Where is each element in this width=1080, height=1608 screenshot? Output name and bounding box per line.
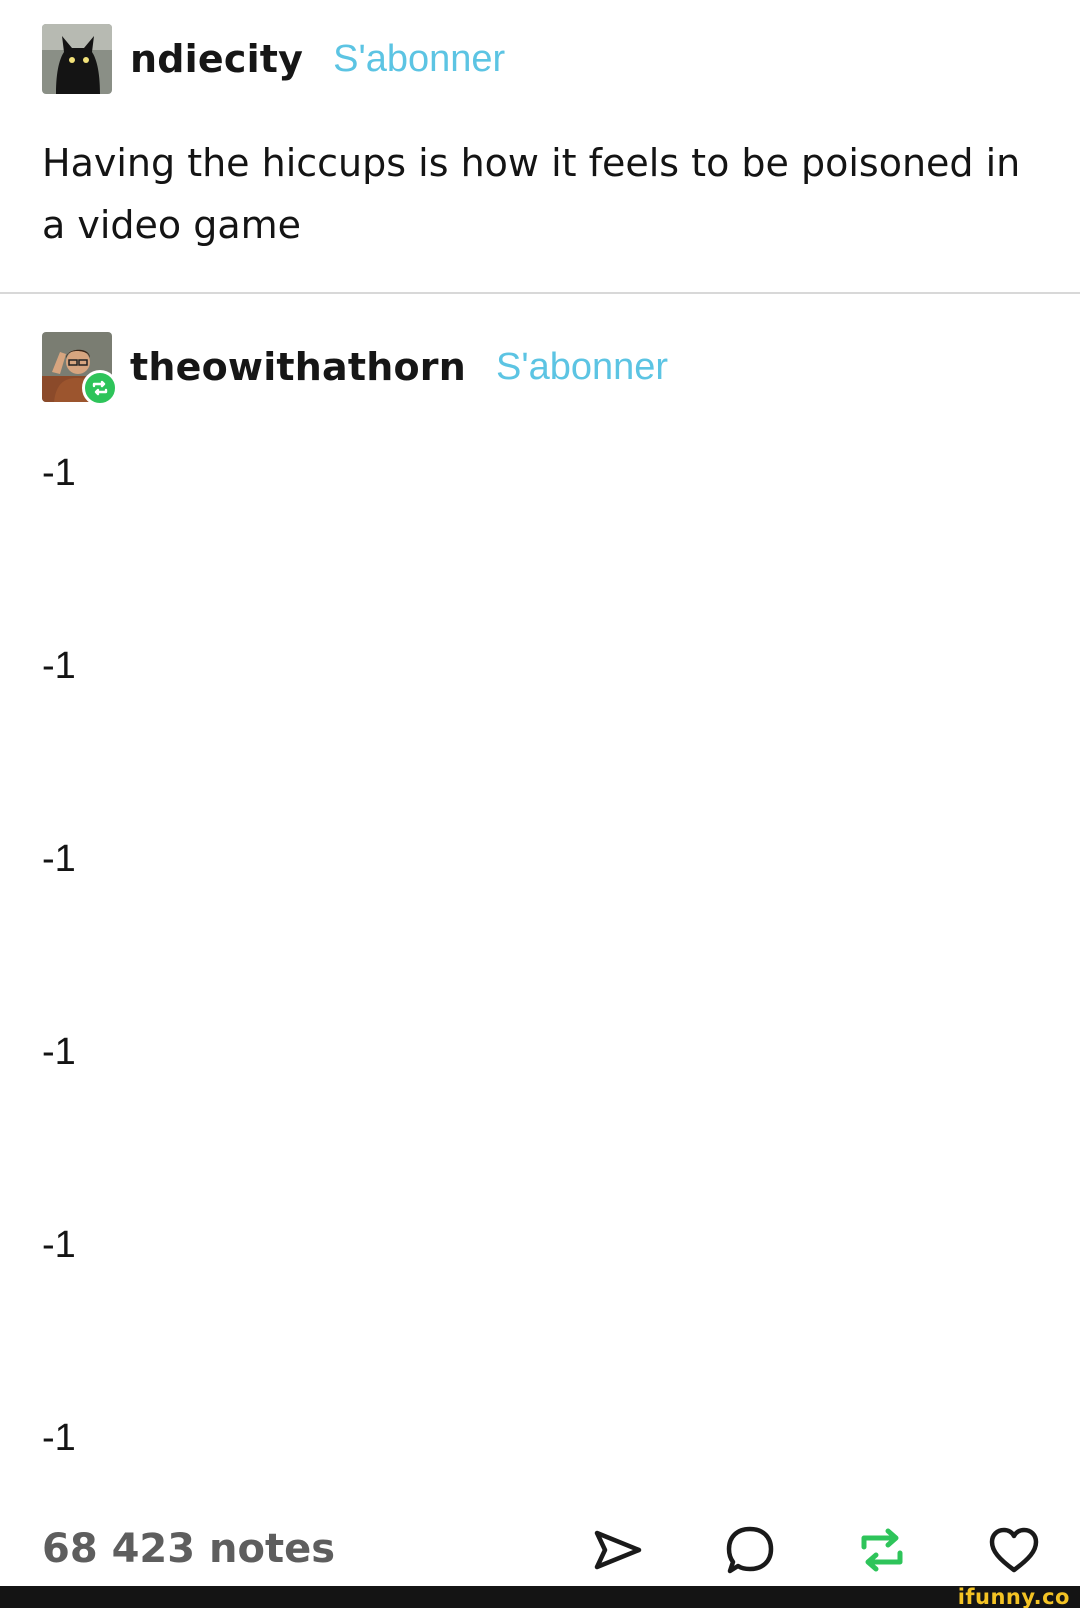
notes-count[interactable]: 68 423 notes (42, 1526, 335, 1572)
post-text: Having the hiccups is how it feels to be… (42, 141, 1021, 247)
reply-text: -1 (42, 838, 76, 880)
heart-icon (989, 1527, 1039, 1573)
post-header-ndiecity: ndiecity S'abonner (42, 24, 505, 94)
watermark-bar (0, 1586, 1080, 1608)
follow-button[interactable]: S'abonner (333, 38, 505, 81)
like-button[interactable] (984, 1520, 1044, 1580)
reblog-icon (92, 380, 108, 396)
follow-button[interactable]: S'abonner (496, 346, 668, 389)
reply-text: -1 (42, 1031, 76, 1073)
reply-text: -1 (42, 645, 76, 687)
ifunny-watermark: ifunny.co (957, 1585, 1070, 1608)
post-header-theowithathorn: theowithathorn S'abonner (42, 332, 668, 406)
reply-text: -1 (42, 1224, 76, 1266)
black-cat-avatar-icon (42, 24, 112, 94)
tumblr-post-screenshot: ndiecity S'abonner Having the hiccups is… (0, 0, 1080, 1608)
username[interactable]: ndiecity (130, 37, 303, 81)
reply-icon (726, 1526, 774, 1574)
share-button[interactable] (588, 1520, 648, 1580)
username[interactable]: theowithathorn (130, 345, 466, 389)
reply-button[interactable] (720, 1520, 780, 1580)
avatar[interactable] (42, 24, 112, 94)
reply-text: -1 (42, 1417, 76, 1459)
avatar[interactable] (42, 332, 118, 406)
reblog-button[interactable] (852, 1520, 912, 1580)
share-icon (594, 1530, 642, 1570)
reblog-badge (82, 370, 118, 406)
post-footer: 68 423 notes (0, 1520, 1080, 1582)
reply-text: -1 (42, 452, 76, 494)
reblog-icon (861, 1528, 903, 1572)
divider (0, 292, 1080, 294)
